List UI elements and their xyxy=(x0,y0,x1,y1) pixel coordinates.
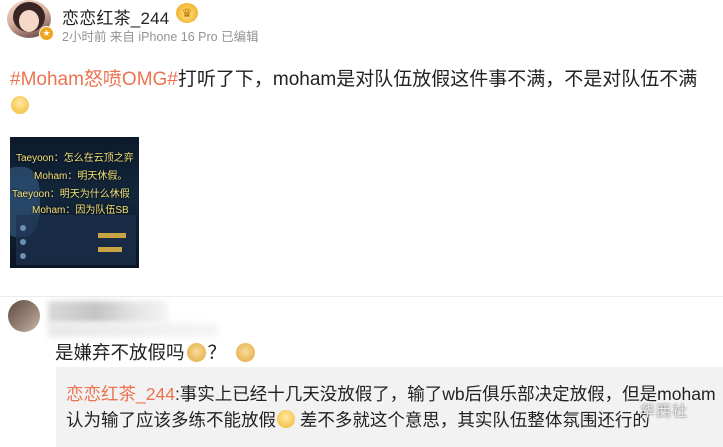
image-bar xyxy=(98,247,122,252)
smile-emoji-icon xyxy=(277,410,295,428)
avatar-face xyxy=(19,10,39,32)
image-dot xyxy=(20,225,26,231)
image-text-line: Moham：明天休假。 xyxy=(34,171,128,182)
smile-emoji-icon xyxy=(11,96,29,114)
post-body: 打听了下，moham是对队伍放假这件事不满，不是对队伍不满 xyxy=(177,69,698,90)
doge-emoji-icon xyxy=(236,343,256,362)
commenter-meta-blurred xyxy=(48,323,218,337)
reply-text: 恋恋红茶_244:事实上已经十几天没放假了，输了wb后俱乐部决定放假，但是moh… xyxy=(66,381,716,433)
post-text: #Moham怒喷OMG#打听了下，moham是对队伍放假这件事不满，不是对队伍不… xyxy=(10,66,715,120)
image-game-panel xyxy=(16,215,136,265)
image-dot xyxy=(20,253,26,259)
comment-text: 是嫌弃不放假吗 ？ xyxy=(55,339,257,365)
crown-badge-icon: ♛ xyxy=(176,3,198,23)
post-card: ★ 恋恋红茶_244 ♛ 2小时前 来自 iPhone 16 Pro 已编辑 #… xyxy=(0,0,723,296)
image-text-line: Taeyoon：怎么在云顶之弈 xyxy=(16,153,134,164)
comment-question: ？ xyxy=(207,342,227,363)
image-text-line: Moham：因为队伍SB xyxy=(32,205,129,216)
image-text-line: Taeyoon：明天为什么休假 xyxy=(12,189,130,200)
post-meta: 2小时前 来自 iPhone 16 Pro 已编辑 xyxy=(62,30,259,44)
commenter-avatar[interactable] xyxy=(8,300,40,332)
comment-item: 是嫌弃不放假吗 ？ 恋恋红茶_244:事实上已经十几天没放假了，输了wb后俱乐部决… xyxy=(0,297,723,447)
comment-body: 是嫌弃不放假吗 xyxy=(55,342,185,363)
post-image[interactable]: Taeyoon：怎么在云顶之弈 Moham：明天休假。 Taeyoon：明天为什… xyxy=(10,137,139,268)
reply-box[interactable]: 恋恋红茶_244:事实上已经十几天没放假了，输了wb后俱乐部决定放假，但是moh… xyxy=(56,367,723,447)
image-bar xyxy=(98,233,126,238)
watermark: 华西社 xyxy=(640,403,689,420)
image-dot xyxy=(20,239,26,245)
doge-emoji-icon xyxy=(186,343,206,362)
vip-badge-icon: ★ xyxy=(39,26,54,41)
hashtag-link[interactable]: #Moham怒喷OMG# xyxy=(10,69,178,90)
reply-username[interactable]: 恋恋红茶_244 xyxy=(66,384,175,404)
commenter-name-blurred xyxy=(48,301,168,323)
reply-body-2: 差不多就这个意思，其实队伍整体氛围还行的 xyxy=(295,410,650,430)
